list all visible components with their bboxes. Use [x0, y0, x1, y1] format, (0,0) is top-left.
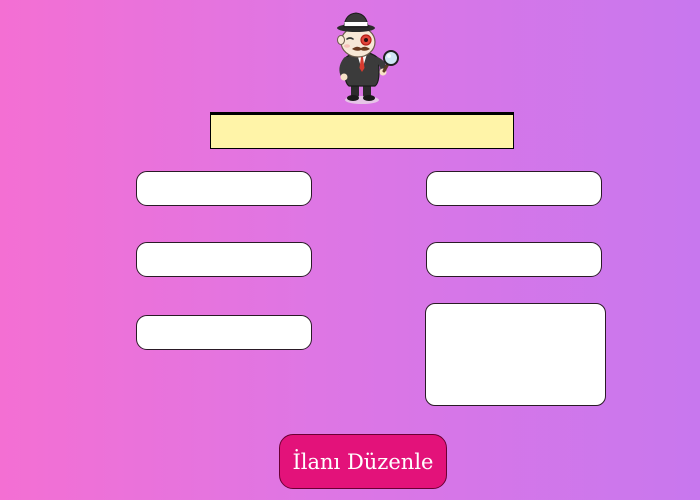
edit-listing-button[interactable]: İlanı Düzenle — [279, 434, 447, 489]
detective-mascot-icon — [337, 12, 399, 104]
form-field-3[interactable] — [136, 242, 312, 277]
form-field-2[interactable] — [426, 171, 602, 206]
form-field-5[interactable] — [136, 315, 312, 350]
form-field-1[interactable] — [136, 171, 312, 206]
title-bar — [210, 112, 514, 149]
description-textarea[interactable] — [425, 303, 606, 406]
form-field-4[interactable] — [426, 242, 602, 277]
